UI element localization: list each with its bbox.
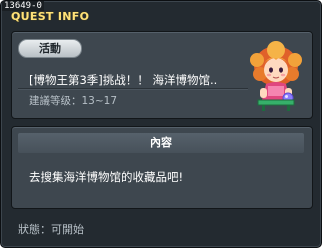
quest-name: [博物王第3季]挑战！！ 海洋博物馆..: [29, 73, 218, 87]
quest-summary-panel: 活動 [博物王第3季]挑战！！ 海洋博物馆.. 建議等级：13~17: [11, 31, 313, 119]
content-section-header: 內容: [18, 133, 304, 153]
quest-description: 去搜集海洋博物馆的收藏品吧!: [29, 170, 184, 184]
npc-portrait-icon: [250, 41, 302, 111]
recommended-level: 建議等级：13~17: [29, 95, 118, 107]
window-title: QUEST INFO: [11, 10, 90, 23]
quest-status: 狀態：可開始: [18, 223, 84, 236]
activity-tag: 活動: [18, 39, 82, 58]
divider: [18, 88, 248, 90]
quest-info-window: 13649-0 QUEST INFO 活動 [博物王第3季]挑战！！ 海洋博物馆…: [0, 0, 322, 248]
quest-content-panel: 內容 去搜集海洋博物馆的收藏品吧!: [11, 126, 313, 209]
